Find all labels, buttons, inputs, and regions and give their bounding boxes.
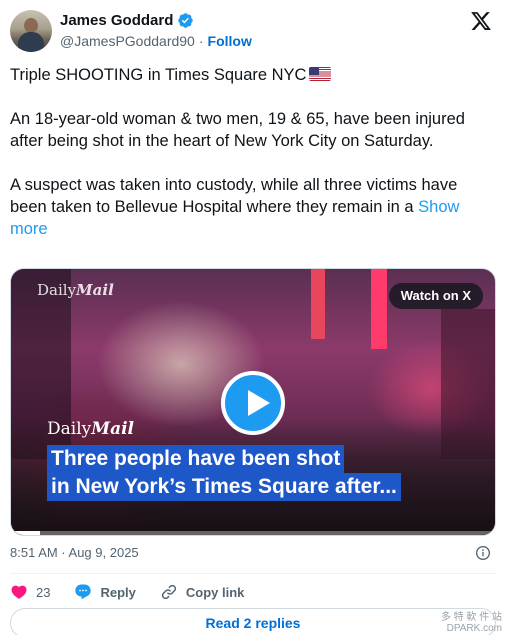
caption-brand: DailyMail	[47, 419, 134, 439]
author-display-name[interactable]: James Goddard	[60, 12, 173, 29]
background-building-sign	[311, 269, 325, 339]
copy-link-button[interactable]: Copy link	[160, 583, 245, 601]
tweet-paragraph-2: An 18-year-old woman & two men, 19 & 65,…	[10, 110, 465, 150]
watch-on-x-button[interactable]: Watch on X	[388, 283, 483, 309]
verified-badge-icon	[178, 13, 194, 28]
avatar-head	[24, 18, 38, 33]
video-caption-line-2: in New York’s Times Square after...	[47, 473, 401, 501]
site-watermark: 多 特 軟 件 站 DPARK.com	[441, 612, 502, 634]
tweet-text: Triple SHOOTING in Times Square NYC An 1…	[10, 64, 496, 240]
video-player[interactable]: DailyMail Watch on X DailyMail Three peo…	[10, 268, 496, 536]
reply-bubble-icon	[75, 584, 92, 600]
link-icon	[161, 584, 176, 600]
play-button-icon[interactable]	[221, 371, 285, 435]
author-handle[interactable]: @JamesPGoddard90	[60, 33, 195, 49]
video-progress-bar[interactable]	[11, 531, 495, 535]
info-icon[interactable]	[475, 545, 491, 561]
tweet-paragraph-3-text: A suspect was taken into custody, while …	[10, 176, 458, 216]
handle-row: @JamesPGoddard90 · Follow	[60, 33, 252, 49]
avatar-body	[18, 32, 44, 52]
heart-icon	[11, 585, 27, 599]
action-bar: 23 Reply Copy link	[10, 582, 268, 602]
site-watermark-line-1: 多 特 軟 件 站	[440, 612, 502, 623]
divider	[10, 573, 496, 574]
watermark-bold: Mail	[76, 281, 114, 299]
site-watermark-line-2: DPARK.com	[446, 623, 502, 634]
x-logo-icon[interactable]	[470, 10, 492, 32]
tweet-line-1: Triple SHOOTING in Times Square NYC	[10, 64, 496, 86]
read-replies-button[interactable]: Read 2 replies	[10, 608, 496, 635]
follow-button[interactable]: Follow	[208, 33, 252, 49]
daily-mail-watermark: DailyMail	[37, 281, 114, 299]
name-row: James Goddard	[60, 12, 194, 29]
us-flag-icon	[309, 67, 332, 81]
watermark-light: Daily	[37, 281, 77, 299]
tweet-headline: Triple SHOOTING in Times Square NYC	[10, 66, 307, 84]
like-count: 23	[36, 584, 51, 600]
tweet-header: James Goddard @JamesPGoddard90 · Follow	[10, 10, 496, 54]
video-caption-line-1: Three people have been shot	[47, 445, 345, 473]
video-progress-fill	[11, 531, 41, 535]
tweet-timestamp[interactable]: 8:51 AM · Aug 9, 2025	[10, 545, 139, 560]
reply-label: Reply	[100, 584, 136, 600]
background-building-sign-2	[371, 269, 387, 349]
handle-separator: ·	[198, 33, 204, 49]
like-button[interactable]: 23	[10, 583, 50, 601]
avatar[interactable]	[10, 10, 52, 52]
caption-brand-light: Daily	[47, 419, 92, 439]
reply-button[interactable]: Reply	[74, 583, 136, 601]
copy-link-label: Copy link	[185, 584, 245, 600]
tweet-paragraph-3: A suspect was taken into custody, while …	[10, 174, 496, 240]
caption-brand-bold: Mail	[91, 419, 134, 439]
